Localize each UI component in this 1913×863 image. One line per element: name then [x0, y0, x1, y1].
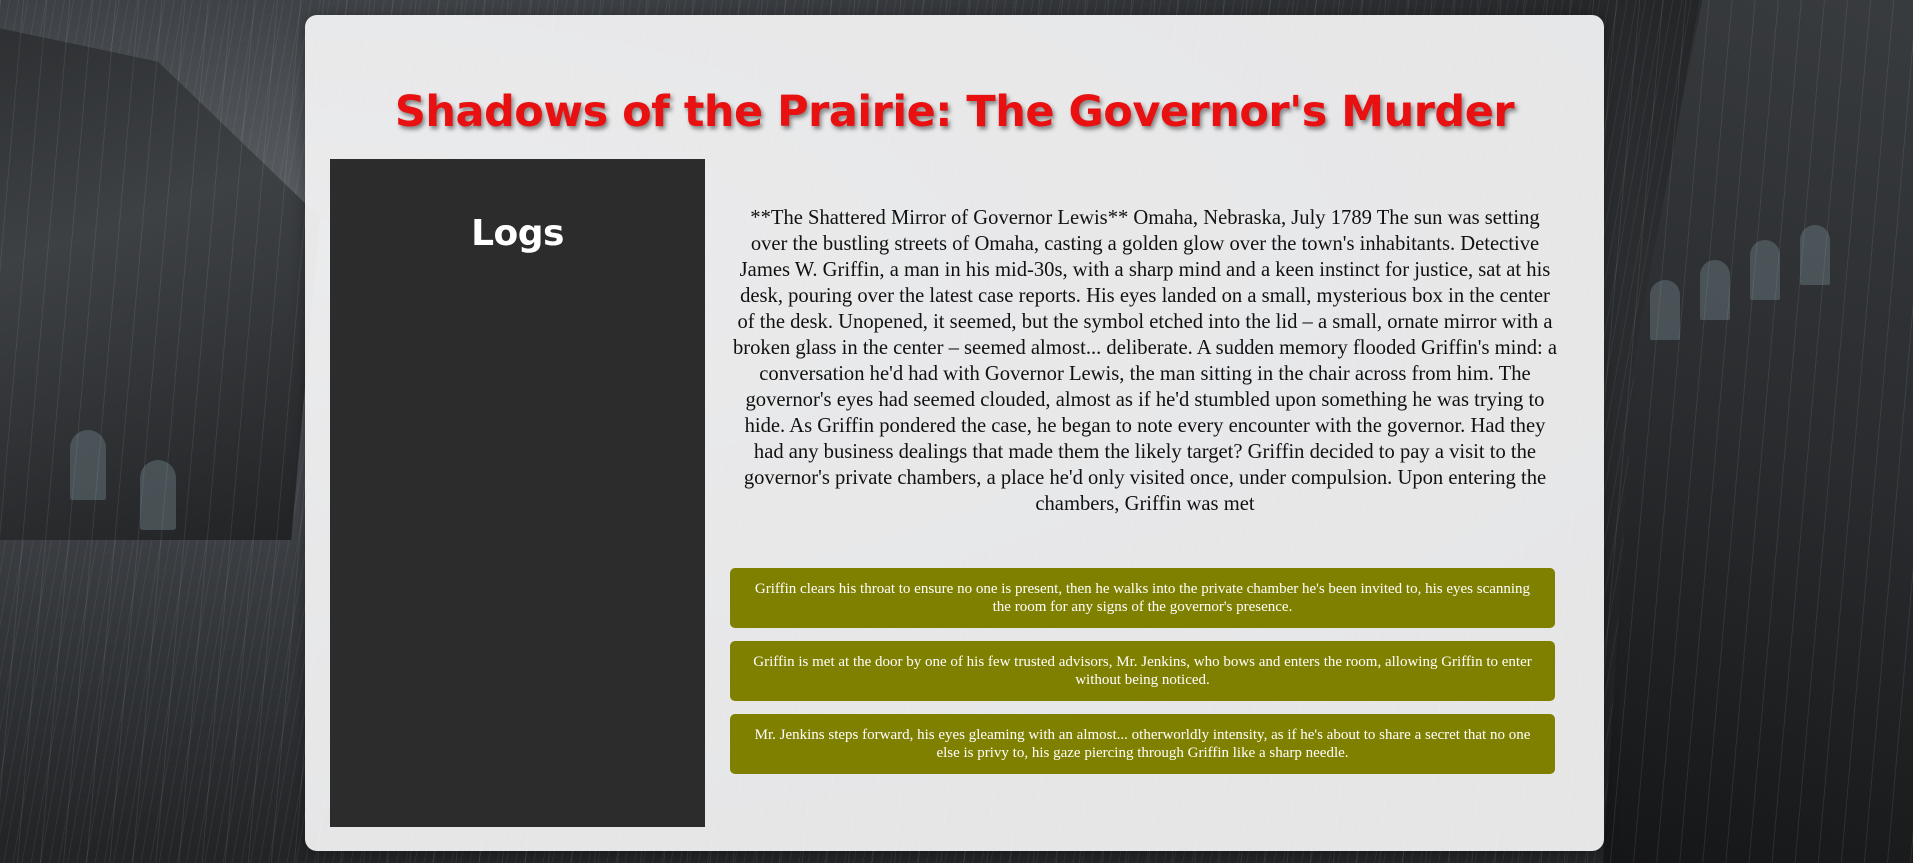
- logs-panel: Logs: [330, 159, 705, 827]
- game-panel: Shadows of the Prairie: The Governor's M…: [305, 15, 1604, 851]
- logs-heading: Logs: [471, 213, 564, 254]
- choice-button-3[interactable]: Mr. Jenkins steps forward, his eyes glea…: [730, 714, 1555, 774]
- game-title: Shadows of the Prairie: The Governor's M…: [394, 87, 1515, 137]
- choice-list: Griffin clears his throat to ensure no o…: [730, 568, 1555, 787]
- story-text: **The Shattered Mirror of Governor Lewis…: [732, 207, 1558, 515]
- choice-button-2[interactable]: Griffin is met at the door by one of his…: [730, 641, 1555, 701]
- choice-button-1[interactable]: Griffin clears his throat to ensure no o…: [730, 568, 1555, 628]
